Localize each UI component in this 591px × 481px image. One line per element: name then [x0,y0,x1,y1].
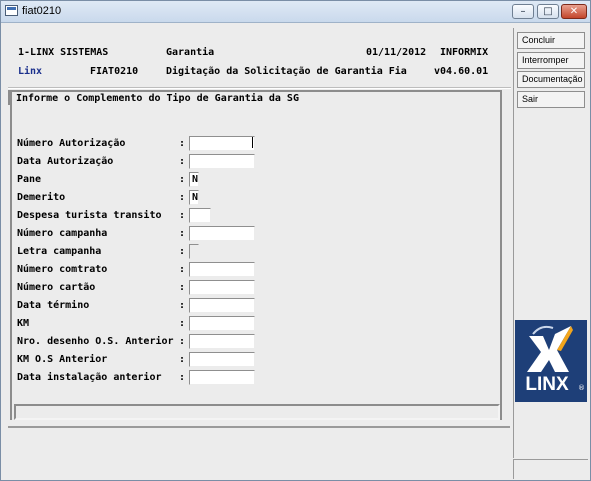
field-colon: : [179,354,186,365]
field-label: Número cartão [17,282,96,293]
field-colon: : [179,210,186,221]
company-name: 1-LINX SISTEMAS [18,47,109,58]
field-colon: : [179,192,186,203]
linx-logo: LINX ® [515,320,587,402]
program-code: FIAT0210 [90,66,139,77]
field-label: Número campanha [17,228,108,239]
field-colon: : [179,138,186,149]
field-label: KM [17,318,30,329]
content-bottom-divider [8,426,510,428]
field-input[interactable] [189,352,255,367]
field-label: Demerito [17,192,66,203]
field-colon: : [179,264,186,275]
system-name: Linx [18,66,43,77]
field-input[interactable] [189,370,255,385]
field-colon: : [179,228,186,239]
field-label: Número comtrato [17,264,108,275]
module-name: Garantia [166,47,215,58]
registered-mark: ® [578,384,585,392]
field-label: Data instalação anterior [17,372,162,383]
field-colon: : [179,282,186,293]
field-colon: : [179,336,186,347]
interromper-button[interactable]: Interromper [517,52,585,69]
field-label: Despesa turista transito [17,210,162,221]
field-input[interactable] [189,208,211,223]
status-bar [14,404,500,420]
application-window: fiat0210 – □ ✕ 1-LINX SISTEMAS Garantia … [0,0,591,481]
field-label: Pane [17,174,42,185]
text-cursor [252,137,253,148]
field-colon: : [179,318,186,329]
field-colon: : [179,246,186,257]
linx-logo-text: LINX [525,374,569,395]
side-bottom-strip [513,459,588,479]
field-label: Data término [17,300,90,311]
title-bar[interactable]: fiat0210 – □ ✕ [1,1,590,23]
sair-button[interactable]: Sair [517,91,585,108]
field-input[interactable] [189,280,255,295]
field-label: Letra campanha [17,246,102,257]
field-label: Data Autorização [17,156,114,167]
minimize-button[interactable]: – [512,4,534,19]
window-title: fiat0210 [22,5,62,17]
field-colon: : [179,156,186,167]
field-input[interactable] [189,244,199,259]
close-button[interactable]: ✕ [561,4,587,19]
field-input[interactable] [189,298,255,313]
maximize-button[interactable]: □ [537,4,559,19]
field-input[interactable] [189,334,255,349]
field-colon: : [179,174,186,185]
field-label: Nro. desenho O.S. Anterior [17,336,174,347]
documentacao-button[interactable]: Documentação [517,71,585,88]
concluir-button[interactable]: Concluir [517,32,585,49]
field-label: KM O.S Anterior [17,354,108,365]
field-input[interactable] [189,154,255,169]
section-title: Informe o Complemento do Tipo de Garanti… [8,90,501,105]
field-input[interactable] [189,136,255,151]
screen-title: Digitação da Solicitação de Garantia Fia [166,66,407,77]
current-date: 01/11/2012 [366,47,427,58]
database-name: INFORMIX [440,47,489,58]
header-divider [8,87,511,89]
field-colon: : [179,372,186,383]
field-input[interactable]: N [189,190,199,205]
field-label: Número Autorização [17,138,126,149]
field-input[interactable] [189,226,255,241]
field-input[interactable]: N [189,172,199,187]
field-input[interactable] [189,316,255,331]
side-panel: Concluir Interromper Documentação Sair L… [513,28,588,458]
field-colon: : [179,300,186,311]
version-label: v04.60.01 [434,66,489,77]
field-input[interactable] [189,262,255,277]
application-icon[interactable] [5,5,18,16]
bottom-area [8,431,512,479]
